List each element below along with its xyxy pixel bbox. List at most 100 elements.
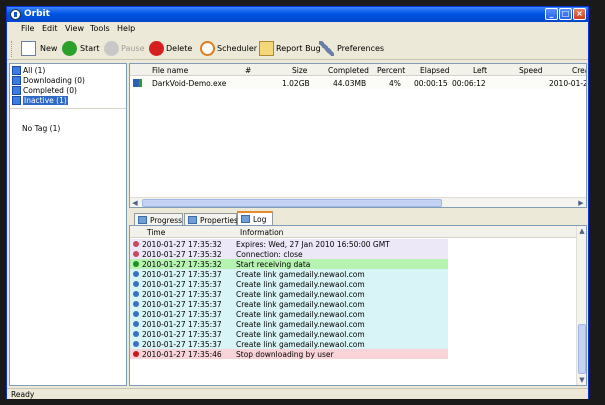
window-title: Orbit xyxy=(24,9,50,19)
minimize-button[interactable]: _ xyxy=(545,8,558,20)
vertical-scroll-thumb[interactable] xyxy=(578,324,586,374)
scroll-up-arrow-icon[interactable]: ▲ xyxy=(577,226,586,236)
column-number[interactable]: # xyxy=(245,66,251,75)
tab-progress[interactable]: Progress xyxy=(134,213,183,225)
column-created[interactable]: Create xyxy=(572,66,586,75)
horizontal-scroll-thumb[interactable] xyxy=(142,199,442,207)
column-left[interactable]: Left xyxy=(473,66,487,75)
log-info: Create link gamedaily.newaol.com xyxy=(236,330,365,339)
tab-log[interactable]: Log xyxy=(237,211,273,225)
log-info: Create link gamedaily.newaol.com xyxy=(236,300,365,309)
scroll-left-arrow-icon[interactable]: ◀ xyxy=(130,198,140,207)
download-row[interactable]: DarkVoid-Demo.exe 1.02GB 44.03MB 4% 00:0… xyxy=(130,78,586,89)
toolbar: New Start Pause Delete Scheduler Report … xyxy=(7,37,588,60)
column-time[interactable]: Time xyxy=(147,228,165,237)
log-info: Create link gamedaily.newaol.com xyxy=(236,270,365,279)
log-row[interactable]: 2010-01-27 17:35:37 Create link gamedaily… xyxy=(130,299,448,309)
all-icon xyxy=(12,66,21,75)
link-icon xyxy=(133,331,139,337)
download-percent: 4% xyxy=(389,79,401,88)
column-information[interactable]: Information xyxy=(240,228,283,237)
log-row[interactable]: 2010-01-27 17:35:37 Create link gamedaily… xyxy=(130,309,448,319)
log-time: 2010-01-27 17:35:37 xyxy=(142,300,222,309)
menu-tools[interactable]: Tools xyxy=(90,24,110,33)
success-icon xyxy=(133,261,139,267)
report-bug-icon xyxy=(259,41,274,56)
log-row[interactable]: 2010-01-27 17:35:37 Create link gamedaily… xyxy=(130,319,448,329)
log-time: 2010-01-27 17:35:37 xyxy=(142,320,222,329)
log-time: 2010-01-27 17:35:32 xyxy=(142,260,222,269)
link-icon xyxy=(133,291,139,297)
log-row[interactable]: 2010-01-27 17:35:37 Create link gamedaily… xyxy=(130,269,448,279)
log-row[interactable]: 2010-01-27 17:35:37 Create link gamedaily… xyxy=(130,289,448,299)
column-completed[interactable]: Completed xyxy=(328,66,369,75)
scroll-right-arrow-icon[interactable]: ▶ xyxy=(576,198,586,207)
column-file-name[interactable]: File name xyxy=(152,66,188,75)
menu-help[interactable]: Help xyxy=(117,24,135,33)
download-created: 2010-01-27 1 xyxy=(549,79,586,88)
log-info: Create link gamedaily.newaol.com xyxy=(236,290,365,299)
tab-properties[interactable]: Properties xyxy=(184,213,238,225)
progress-icon xyxy=(138,216,147,224)
log-row[interactable]: 2010-01-27 17:35:32 Connection: close xyxy=(130,249,448,259)
log-row[interactable]: 2010-01-27 17:35:37 Create link gamedaily… xyxy=(130,329,448,339)
menu-bar: File Edit View Tools Help xyxy=(7,22,588,35)
log-row[interactable]: 2010-01-27 17:35:32 Start receiving data xyxy=(130,259,448,269)
play-icon xyxy=(62,41,77,56)
tag-no-tag[interactable]: No Tag (1) xyxy=(22,124,60,133)
log-info: Create link gamedaily.newaol.com xyxy=(236,320,365,329)
horizontal-scrollbar[interactable]: ◀ ▶ xyxy=(130,197,586,207)
column-percent[interactable]: Percent xyxy=(377,66,405,75)
link-icon xyxy=(133,321,139,327)
log-time: 2010-01-27 17:35:37 xyxy=(142,280,222,289)
toolbar-grip[interactable] xyxy=(11,41,14,57)
vertical-scrollbar[interactable]: ▲ ▼ xyxy=(576,226,586,385)
menu-edit[interactable]: Edit xyxy=(42,24,58,33)
link-icon xyxy=(133,281,139,287)
log-time: 2010-01-27 17:35:32 xyxy=(142,250,222,259)
log-time: 2010-01-27 17:35:37 xyxy=(142,330,222,339)
download-elapsed: 00:00:15 xyxy=(414,79,448,88)
log-panel: Time Information 2010-01-27 17:35:32 Expi… xyxy=(129,225,587,386)
download-completed: 44.03MB xyxy=(333,79,367,88)
log-time: 2010-01-27 17:35:37 xyxy=(142,270,222,279)
divider xyxy=(10,108,126,109)
status-text: Ready xyxy=(11,390,35,399)
error-icon xyxy=(133,351,139,357)
pause-icon xyxy=(104,41,119,56)
log-row[interactable]: 2010-01-27 17:35:46 Stop downloading by u… xyxy=(130,349,448,359)
close-button[interactable]: × xyxy=(573,8,586,20)
app-window: Orbit _ □ × File Edit View Tools Help Ne… xyxy=(6,6,589,399)
log-row[interactable]: 2010-01-27 17:35:37 Create link gamedaily… xyxy=(130,339,448,349)
log-info: Stop downloading by user xyxy=(236,350,334,359)
inactive-icon xyxy=(12,96,21,105)
downloading-icon xyxy=(12,76,21,85)
log-row[interactable]: 2010-01-27 17:35:32 Expires: Wed, 27 Jan … xyxy=(130,239,448,249)
tools-icon xyxy=(319,41,334,56)
column-speed[interactable]: Speed xyxy=(519,66,543,75)
log-icon xyxy=(241,215,250,223)
title-bar[interactable]: Orbit _ □ × xyxy=(7,7,588,22)
log-row[interactable]: 2010-01-27 17:35:37 Create link gamedaily… xyxy=(130,279,448,289)
status-bar: Ready xyxy=(7,388,588,399)
link-icon xyxy=(133,311,139,317)
log-time: 2010-01-27 17:35:46 xyxy=(142,350,222,359)
column-elapsed[interactable]: Elapsed xyxy=(420,66,449,75)
log-time: 2010-01-27 17:35:37 xyxy=(142,310,222,319)
delete-icon xyxy=(149,41,164,56)
log-time: 2010-01-27 17:35:37 xyxy=(142,290,222,299)
log-info: Create link gamedaily.newaol.com xyxy=(236,310,365,319)
log-info: Create link gamedaily.newaol.com xyxy=(236,340,365,349)
menu-view[interactable]: View xyxy=(65,24,84,33)
category-tree: All (1) Downloading (0) Completed (0) In… xyxy=(9,63,127,386)
column-size[interactable]: Size xyxy=(292,66,307,75)
maximize-button[interactable]: □ xyxy=(559,8,572,20)
menu-file[interactable]: File xyxy=(21,24,34,33)
log-info: Connection: close xyxy=(236,250,303,259)
executable-file-icon xyxy=(133,79,142,87)
download-file-name: DarkVoid-Demo.exe xyxy=(152,79,227,88)
log-time: 2010-01-27 17:35:32 xyxy=(142,240,222,249)
scroll-down-arrow-icon[interactable]: ▼ xyxy=(577,375,586,385)
detail-tabs: Progress Properties Log xyxy=(129,211,587,225)
link-icon xyxy=(133,271,139,277)
